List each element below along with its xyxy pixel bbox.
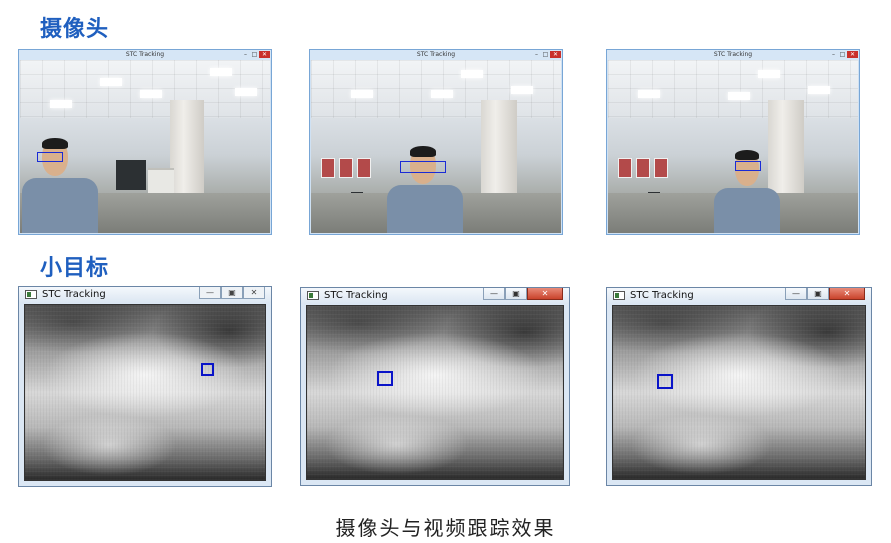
dark-doorway xyxy=(116,160,146,190)
maximize-button[interactable]: □ xyxy=(541,51,550,58)
infrared-video-frame xyxy=(24,304,266,481)
ceiling-light xyxy=(728,92,750,100)
close-button[interactable]: ✕ xyxy=(550,51,561,58)
person-body xyxy=(387,185,463,233)
figure-caption: 摄像头与视频跟踪效果 xyxy=(335,516,556,540)
person-hair xyxy=(735,150,759,160)
section-title-small-target: 小目标 xyxy=(40,256,110,281)
close-button[interactable]: ✕ xyxy=(243,287,265,299)
wall-poster xyxy=(618,158,632,178)
window-title: STC Tracking xyxy=(324,290,388,301)
window-title: STC Tracking xyxy=(125,51,165,58)
close-button[interactable]: ✕ xyxy=(527,288,563,300)
ceiling-light xyxy=(511,86,533,94)
wall-poster xyxy=(321,158,335,178)
wall-poster xyxy=(339,158,353,178)
ceiling-light xyxy=(808,86,830,94)
tracking-window-3[interactable]: STC Tracking — ▣ ✕ xyxy=(606,287,872,486)
ceiling-light xyxy=(210,68,232,76)
minimize-button[interactable]: – xyxy=(241,51,250,58)
window-titlebar[interactable]: STC Tracking — ▣ ✕ xyxy=(19,287,271,303)
tracking-window-1[interactable]: STC Tracking — ▣ ✕ xyxy=(18,286,272,487)
ceiling-light xyxy=(50,100,72,108)
tracking-box xyxy=(735,161,761,171)
person-body xyxy=(22,178,98,233)
wall-poster xyxy=(636,158,650,178)
app-icon xyxy=(25,290,37,299)
infrared-video-frame xyxy=(612,305,866,480)
window-title: STC Tracking xyxy=(630,290,694,301)
camera-window-3[interactable]: STC Tracking – □ ✕ xyxy=(606,49,860,235)
camera-window-2[interactable]: STC Tracking – □ ✕ xyxy=(309,49,563,235)
window-titlebar[interactable]: STC Tracking – □ ✕ xyxy=(19,50,271,60)
person-hair xyxy=(42,138,68,149)
window-titlebar[interactable]: STC Tracking — ▣ ✕ xyxy=(607,288,871,304)
person-body xyxy=(714,188,780,233)
minimize-button[interactable]: — xyxy=(785,288,807,300)
camera-window-1[interactable]: STC Tracking – □ ✕ xyxy=(18,49,272,235)
ceiling-light xyxy=(235,88,257,96)
camera-video-frame xyxy=(311,60,561,233)
ceiling-light xyxy=(100,78,122,86)
wall-poster xyxy=(357,158,371,178)
minimize-button[interactable]: — xyxy=(199,287,221,299)
window-title: STC Tracking xyxy=(42,289,106,300)
minimize-button[interactable]: – xyxy=(829,51,838,58)
tracking-box xyxy=(400,161,446,173)
ceiling-light xyxy=(461,70,483,78)
ceiling xyxy=(20,60,270,118)
tracking-box xyxy=(377,371,393,386)
window-titlebar[interactable]: STC Tracking – □ ✕ xyxy=(607,50,859,60)
close-button[interactable]: ✕ xyxy=(847,51,858,58)
camera-video-frame xyxy=(608,60,858,233)
tracking-box xyxy=(657,374,673,389)
ceiling-light xyxy=(638,90,660,98)
close-button[interactable]: ✕ xyxy=(259,51,270,58)
maximize-button[interactable]: ▣ xyxy=(505,288,527,300)
close-button[interactable]: ✕ xyxy=(829,288,865,300)
camera-video-frame xyxy=(20,60,270,233)
window-title: STC Tracking xyxy=(416,51,456,58)
minimize-button[interactable]: – xyxy=(532,51,541,58)
ceiling-light xyxy=(351,90,373,98)
person-hair xyxy=(410,146,436,157)
maximize-button[interactable]: ▣ xyxy=(807,288,829,300)
ceiling-light xyxy=(758,70,780,78)
tracking-window-2[interactable]: STC Tracking — ▣ ✕ xyxy=(300,287,570,486)
tracking-box xyxy=(37,152,63,162)
window-titlebar[interactable]: STC Tracking — ▣ ✕ xyxy=(301,288,569,304)
infrared-video-frame xyxy=(306,305,564,480)
wall-poster xyxy=(654,158,668,178)
maximize-button[interactable]: □ xyxy=(838,51,847,58)
minimize-button[interactable]: — xyxy=(483,288,505,300)
ceiling-light xyxy=(140,90,162,98)
section-title-camera: 摄像头 xyxy=(40,17,110,42)
app-icon xyxy=(613,291,625,300)
maximize-button[interactable]: □ xyxy=(250,51,259,58)
window-titlebar[interactable]: STC Tracking – □ ✕ xyxy=(310,50,562,60)
ceiling-light xyxy=(431,90,453,98)
window-title: STC Tracking xyxy=(713,51,753,58)
tracking-box xyxy=(201,363,214,376)
app-icon xyxy=(307,291,319,300)
maximize-button[interactable]: ▣ xyxy=(221,287,243,299)
